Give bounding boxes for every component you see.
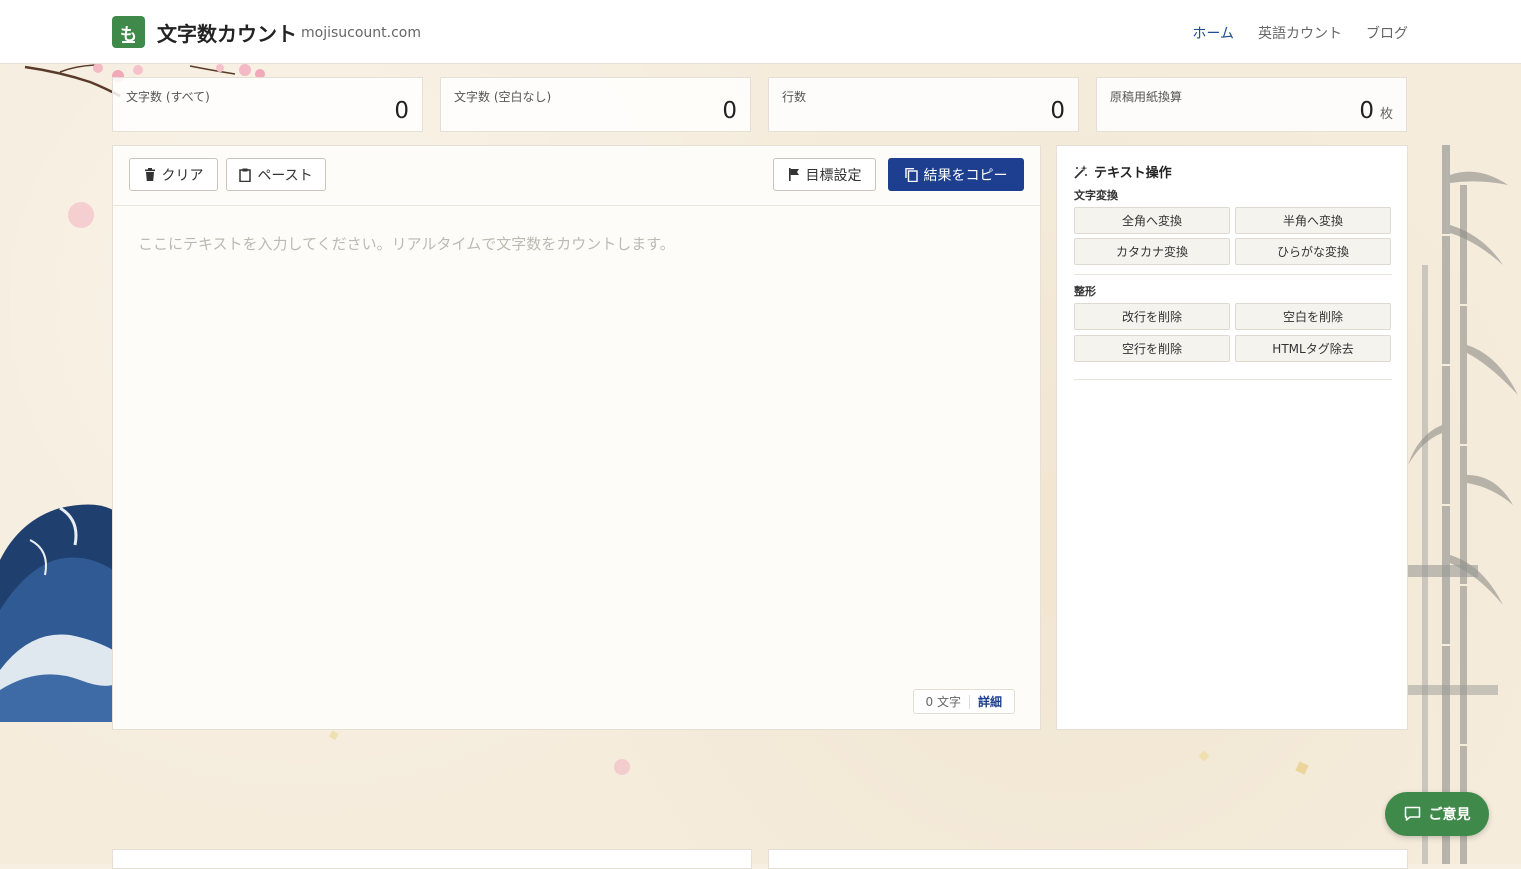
editor-toolbar: クリア ペースト 目標設定 結果をコピー xyxy=(113,146,1040,206)
stat-label: 原稿用紙換算 xyxy=(1110,90,1183,104)
stat-value: 0 xyxy=(1050,98,1065,124)
site-header: も 文字数カウント mojisucount.com ホーム 英語カウント ブログ xyxy=(0,0,1521,64)
petal-decoration xyxy=(68,202,94,228)
stat-value: 0枚 xyxy=(1359,98,1393,124)
section-divider xyxy=(1074,274,1392,275)
stat-label: 行数 xyxy=(782,90,807,104)
remove-empty-lines-button[interactable]: 空行を削除 xyxy=(1074,335,1230,362)
copy-result-button[interactable]: 結果をコピー xyxy=(888,158,1024,191)
magic-wand-icon xyxy=(1074,164,1088,179)
remove-newlines-button[interactable]: 改行を削除 xyxy=(1074,303,1230,330)
copy-icon xyxy=(904,167,918,182)
goal-setting-button[interactable]: 目標設定 xyxy=(773,158,876,191)
stat-unit: 枚 xyxy=(1379,107,1393,122)
great-wave-decoration xyxy=(0,504,113,722)
chat-bubble-icon xyxy=(1404,806,1420,821)
paste-button[interactable]: ペースト xyxy=(226,158,326,191)
copy-result-label: 結果をコピー xyxy=(923,167,1008,184)
feedback-button[interactable]: ご意見 xyxy=(1385,792,1489,836)
conversion-section-label: 文字変換 xyxy=(1074,189,1118,202)
stat-value: 0 xyxy=(394,98,409,124)
petal-decoration xyxy=(614,759,630,775)
stat-card-manuscript-pages: 原稿用紙換算 0枚 xyxy=(1096,77,1407,132)
strip-html-tags-button[interactable]: HTMLタグ除去 xyxy=(1235,335,1391,362)
site-logo[interactable]: も xyxy=(112,16,145,48)
lower-card-left xyxy=(112,849,752,869)
to-katakana-button[interactable]: カタカナ変換 xyxy=(1074,238,1230,265)
petal-decoration xyxy=(1295,761,1309,775)
clipboard-icon xyxy=(239,168,252,182)
site-domain: mojisucount.com xyxy=(301,25,421,41)
nav-home-link[interactable]: ホーム xyxy=(1192,23,1234,43)
main-nav: ホーム 英語カウント ブログ xyxy=(1192,23,1408,43)
side-title-text: テキスト操作 xyxy=(1094,166,1172,181)
text-operations-title: テキスト操作 xyxy=(1074,162,1172,181)
nav-blog-link[interactable]: ブログ xyxy=(1366,23,1408,43)
stat-card-lines: 行数 0 xyxy=(768,77,1079,132)
stat-card-total-chars: 文字数 (すべて) 0 xyxy=(112,77,423,132)
paste-button-label: ペースト xyxy=(257,167,313,184)
lower-card-right xyxy=(768,849,1408,869)
flag-icon xyxy=(788,168,799,181)
petal-decoration xyxy=(1198,750,1210,762)
stat-value: 0 xyxy=(722,98,737,124)
remove-spaces-button[interactable]: 空白を削除 xyxy=(1235,303,1391,330)
to-hiragana-button[interactable]: ひらがな変換 xyxy=(1235,238,1391,265)
site-title[interactable]: 文字数カウント xyxy=(157,18,297,47)
char-counter-text: 0 文字 xyxy=(925,695,961,709)
trash-icon xyxy=(144,168,155,181)
editor-panel: クリア ペースト 目標設定 結果をコピー ここにテキストを入力してください。リア… xyxy=(112,145,1041,730)
stat-label: 文字数 (空白なし) xyxy=(454,90,552,104)
to-fullwidth-button[interactable]: 全角へ変換 xyxy=(1074,207,1230,234)
bamboo-decoration xyxy=(1408,145,1518,864)
clear-button[interactable]: クリア xyxy=(129,158,218,191)
text-input-area[interactable]: ここにテキストを入力してください。リアルタイムで文字数をカウントします。 xyxy=(138,233,675,254)
nav-english-count-link[interactable]: 英語カウント xyxy=(1258,23,1342,43)
stat-label: 文字数 (すべて) xyxy=(126,90,210,104)
petal-decoration xyxy=(329,730,339,741)
section-divider xyxy=(1074,379,1392,380)
char-counter-badge: 0 文字 詳細 xyxy=(912,689,1015,714)
goal-setting-label: 目標設定 xyxy=(805,167,862,184)
format-section-label: 整形 xyxy=(1074,285,1096,298)
clear-button-label: クリア xyxy=(161,167,204,184)
stat-card-chars-no-space: 文字数 (空白なし) 0 xyxy=(440,77,751,132)
to-halfwidth-button[interactable]: 半角へ変換 xyxy=(1235,207,1391,234)
detail-link[interactable]: 詳細 xyxy=(978,693,1002,710)
text-operations-panel: テキスト操作 文字変換 全角へ変換 半角へ変換 カタカナ変換 ひらがな変換 整形… xyxy=(1056,145,1408,730)
feedback-label: ご意見 xyxy=(1428,807,1471,823)
